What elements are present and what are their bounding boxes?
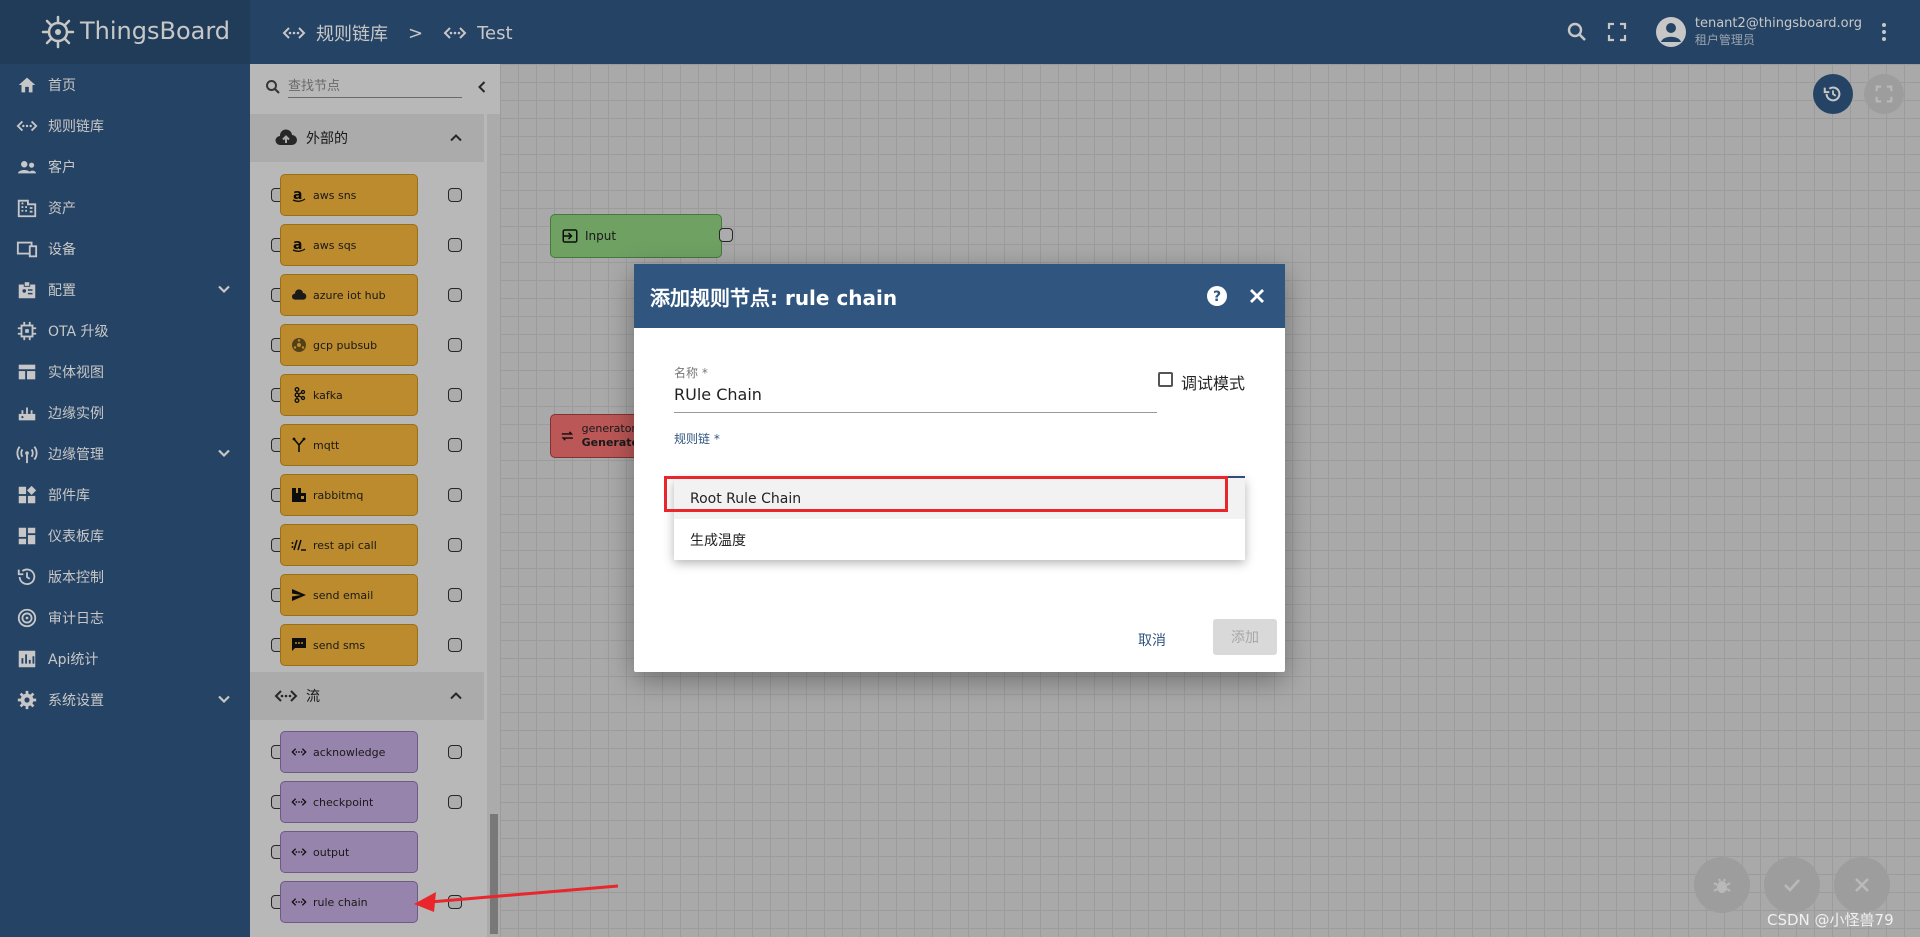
- rule-chain-field-label: 规则链 *: [674, 432, 720, 446]
- debug-mode-checkbox[interactable]: [1158, 372, 1173, 387]
- help-icon[interactable]: ?: [1205, 284, 1229, 308]
- add-rule-node-dialog: 添加规则节点: rule chain ? 名称 * RUle Chain 调试模…: [634, 264, 1285, 672]
- close-icon[interactable]: [1245, 284, 1269, 308]
- arrow-annotation: [414, 884, 619, 912]
- add-button[interactable]: 添加: [1213, 619, 1277, 655]
- debug-mode-label[interactable]: 调试模式: [1181, 370, 1245, 394]
- highlight-annotation: [664, 476, 1228, 512]
- dialog-header: 添加规则节点: rule chain ?: [634, 264, 1285, 328]
- cancel-button[interactable]: 取消: [1138, 630, 1166, 650]
- name-field-label: 名称 *: [674, 366, 708, 380]
- name-field-underline: [674, 412, 1157, 413]
- watermark: CSDN @小怪兽79: [1767, 911, 1894, 929]
- svg-text:?: ?: [1213, 289, 1221, 305]
- dialog-title: 添加规则节点: rule chain: [650, 285, 898, 310]
- name-field[interactable]: RUle Chain: [674, 385, 762, 404]
- option-generate-temperature[interactable]: 生成温度: [674, 519, 1245, 560]
